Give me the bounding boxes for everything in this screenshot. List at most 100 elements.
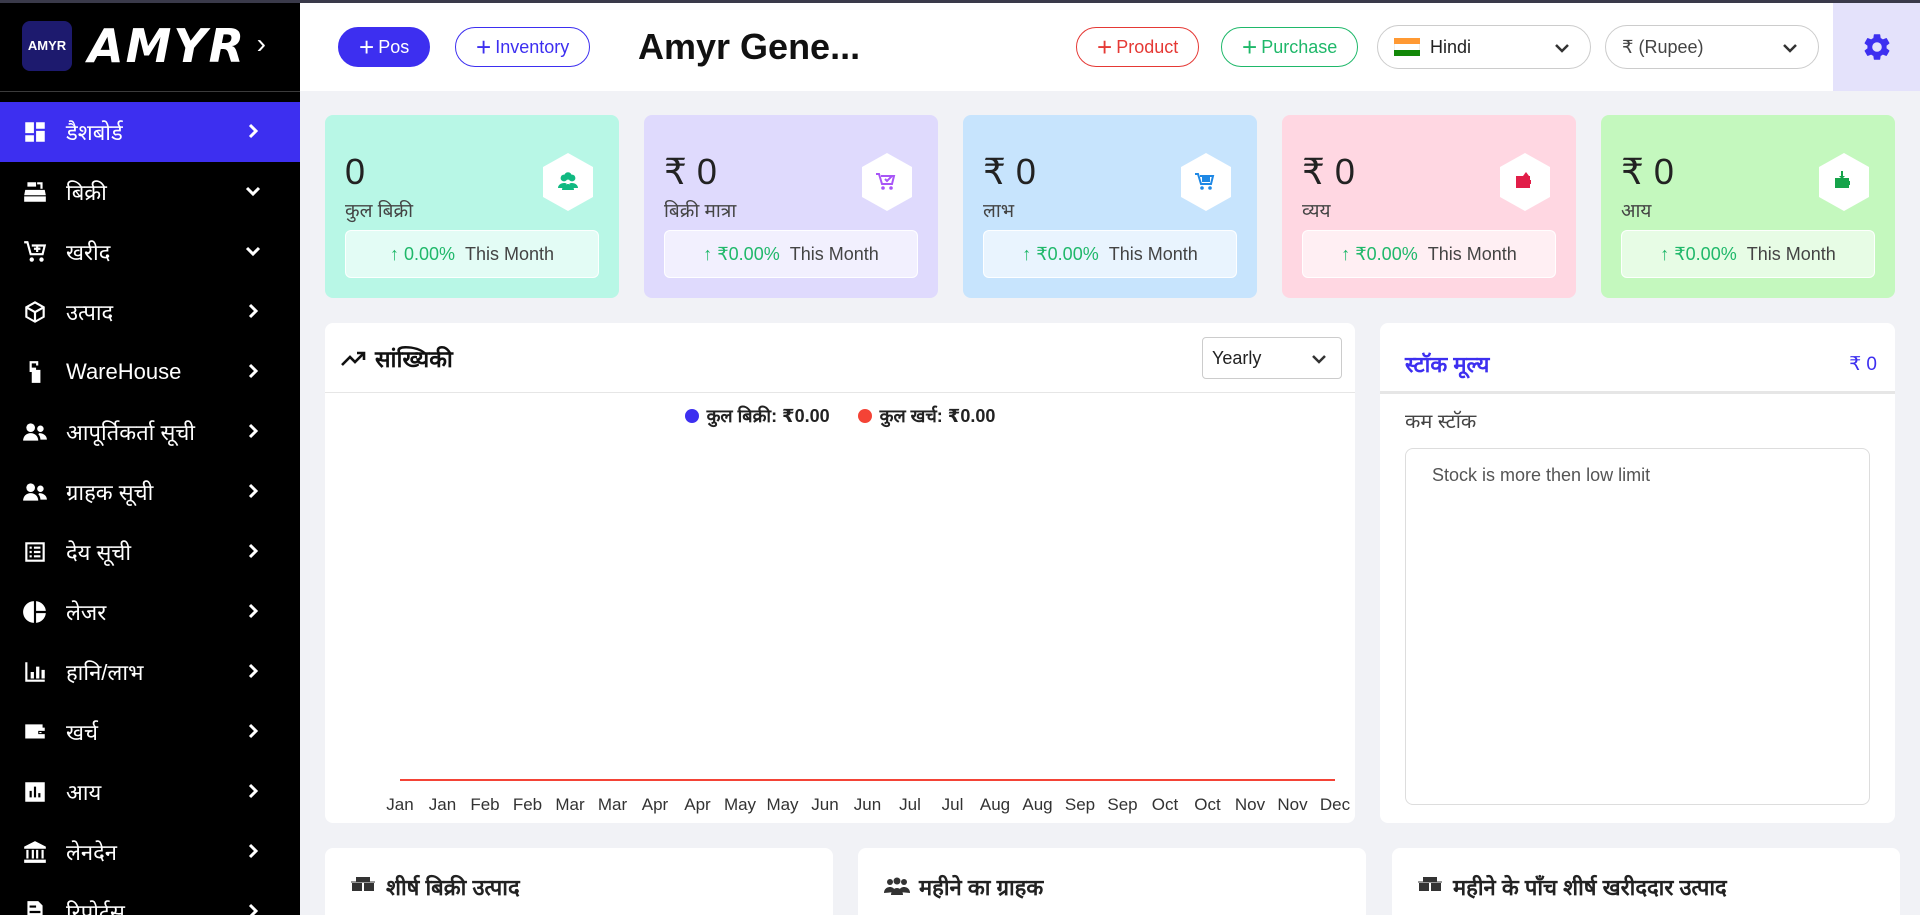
- sidebar-collapse-icon[interactable]: ›: [257, 28, 266, 60]
- period-select[interactable]: Yearly: [1202, 337, 1342, 379]
- language-select[interactable]: Hindi: [1377, 25, 1591, 69]
- x-tick-label: Jun: [854, 795, 881, 814]
- brand-name: AMYR: [88, 18, 247, 73]
- bottom-panel: शीर्ष बिक्री उत्पाद: [325, 848, 833, 915]
- statistics-title: सांख्यिकी: [375, 345, 453, 372]
- sidebar-item-label: खरीद: [66, 240, 111, 265]
- stat-card: ₹ 0 लाभ ↑ ₹0.00% This Month: [963, 115, 1257, 298]
- language-value: Hindi: [1430, 36, 1472, 57]
- boxes-icon: [1418, 877, 1442, 891]
- bottom-panel-title: महीने के पाँच शीर्ष खरीददार उत्पाद: [1417, 872, 1727, 902]
- x-tick-label: Aug: [1022, 795, 1052, 814]
- sidebar-item-label: लेजर: [66, 600, 107, 625]
- top-header: + Pos + Inventory Amyr Gene... + Product…: [300, 3, 1920, 91]
- sidebar-item[interactable]: उत्पाद: [0, 282, 300, 342]
- pos-button[interactable]: + Pos: [338, 27, 431, 67]
- sidebar-item[interactable]: डैशबोर्ड: [0, 102, 300, 162]
- report-icon: [22, 899, 48, 915]
- sidebar-item[interactable]: आय: [0, 762, 300, 822]
- poll-icon: [22, 779, 48, 805]
- list-icon: [22, 539, 48, 565]
- stat-card-percent: ↑ ₹0.00%: [1022, 243, 1099, 264]
- plus-icon: +: [1242, 32, 1258, 62]
- sidebar-item[interactable]: बिक्री: [0, 162, 300, 222]
- brand-logo[interactable]: AMYR: [22, 20, 72, 71]
- bottom-panel: महीने के पाँच शीर्ष खरीददार उत्पाद: [1392, 848, 1900, 915]
- chevron-right-icon: [242, 120, 264, 142]
- chevron-down-icon: [242, 240, 264, 262]
- chevron-down-icon: [242, 180, 264, 202]
- divider: [1380, 391, 1895, 394]
- stat-card-percent: ↑ ₹0.00%: [703, 243, 780, 264]
- sidebar-item[interactable]: देय सूची: [0, 522, 300, 582]
- wallet-icon: [22, 719, 48, 745]
- x-tick-label: Feb: [513, 795, 542, 814]
- dashboard-icon: [22, 119, 48, 145]
- trending-up-icon: [339, 344, 367, 372]
- add-product-button[interactable]: + Product: [1076, 27, 1200, 67]
- stat-card: ₹ 0 बिक्री मात्रा ↑ ₹0.00% This Month: [644, 115, 938, 298]
- stat-card-trend: ↑ ₹0.00% This Month: [664, 230, 918, 278]
- x-tick-label: Jan: [386, 795, 413, 814]
- stat-card-trend: ↑ ₹0.00% This Month: [1302, 230, 1556, 278]
- sidebar-item[interactable]: लेजर: [0, 582, 300, 642]
- x-tick-label: Nov: [1235, 795, 1266, 814]
- chevron-right-icon: [242, 600, 264, 622]
- chevron-right-icon: [242, 540, 264, 562]
- chevron-right-icon: [242, 300, 264, 322]
- sidebar-item[interactable]: ग्राहक सूची: [0, 462, 300, 522]
- stat-card-percent: ↑ ₹0.00%: [1660, 243, 1737, 264]
- x-tick-label: Oct: [1152, 795, 1179, 814]
- bottom-panel-title: शीर्ष बिक्री उत्पाद: [350, 872, 520, 902]
- sidebar: AMYR AMYR › डैशबोर्ड बिक्री खरीद उत्पाद Ware…: [0, 0, 300, 915]
- sidebar-item[interactable]: रिपोर्ट्स: [0, 882, 300, 915]
- sidebar-item-label: बिक्री: [66, 180, 107, 205]
- stock-value-amount: ₹ 0: [1849, 354, 1877, 375]
- pie-chart-icon: [22, 599, 48, 625]
- x-tick-label: Jul: [899, 795, 921, 814]
- x-tick-label: Jan: [429, 795, 456, 814]
- statistics-chart: Jan Jan Feb Feb Mar Mar Apr Apr May May Jun Jun Jul J…: [386, 779, 1351, 814]
- chevron-down-icon: [1780, 38, 1800, 58]
- plus-icon: +: [1097, 32, 1113, 62]
- add-product-label: Product: [1116, 36, 1179, 57]
- stat-card-percent: ↑ 0.00%: [389, 243, 455, 264]
- currency-select[interactable]: ₹ (Rupee): [1605, 25, 1819, 69]
- sidebar-item[interactable]: खर्च: [0, 702, 300, 762]
- low-stock-message: Stock is more then low limit: [1432, 465, 1651, 485]
- bottom-panel-title-text: महीने का ग्राहक: [919, 875, 1044, 900]
- currency-value: ₹ (Rupee): [1622, 36, 1704, 57]
- sidebar-item-label: देय सूची: [66, 540, 132, 565]
- gear-icon: [1864, 34, 1889, 60]
- stat-card: ₹ 0 आय ↑ ₹0.00% This Month: [1601, 115, 1895, 298]
- bottom-panel-title: महीने का ग्राहक: [883, 872, 1043, 902]
- sidebar-item-label: लेनदेन: [66, 840, 118, 865]
- sidebar-item-label: रिपोर्ट्स: [66, 900, 125, 915]
- users-icon: [22, 419, 48, 445]
- chevron-right-icon: [242, 900, 264, 915]
- sidebar-item[interactable]: लेनदेन: [0, 822, 300, 882]
- settings-button[interactable]: [1833, 3, 1920, 91]
- stat-card-trend: ↑ ₹0.00% This Month: [983, 230, 1237, 278]
- cart-check-icon: [858, 151, 916, 213]
- wallet-download-icon: [1815, 151, 1873, 213]
- chevron-right-icon: [242, 840, 264, 862]
- sidebar-item[interactable]: WareHouse: [0, 342, 300, 402]
- chevron-down-icon: [1309, 349, 1329, 369]
- stat-card: ₹ 0 व्यय ↑ ₹0.00% This Month: [1282, 115, 1576, 298]
- sidebar-item[interactable]: हानि/लाभ: [0, 642, 300, 702]
- sidebar-item[interactable]: खरीद: [0, 222, 300, 282]
- stat-card-period: This Month: [789, 243, 879, 264]
- users-icon: [22, 479, 48, 505]
- x-tick-label: Mar: [598, 795, 628, 814]
- add-purchase-button[interactable]: + Purchase: [1221, 27, 1359, 67]
- inventory-button[interactable]: + Inventory: [455, 27, 591, 67]
- stat-card-period: This Month: [465, 243, 555, 264]
- sidebar-item[interactable]: आपूर्तिकर्ता सूची: [0, 402, 300, 462]
- stat-card-period: This Month: [1746, 243, 1836, 264]
- stat-card-percent: ↑ ₹0.00%: [1341, 243, 1418, 264]
- bar-chart-icon: [22, 659, 48, 685]
- low-stock-label: कम स्टॉक: [1405, 411, 1477, 433]
- chevron-right-icon: [242, 780, 264, 802]
- india-flag-icon: [1394, 38, 1420, 56]
